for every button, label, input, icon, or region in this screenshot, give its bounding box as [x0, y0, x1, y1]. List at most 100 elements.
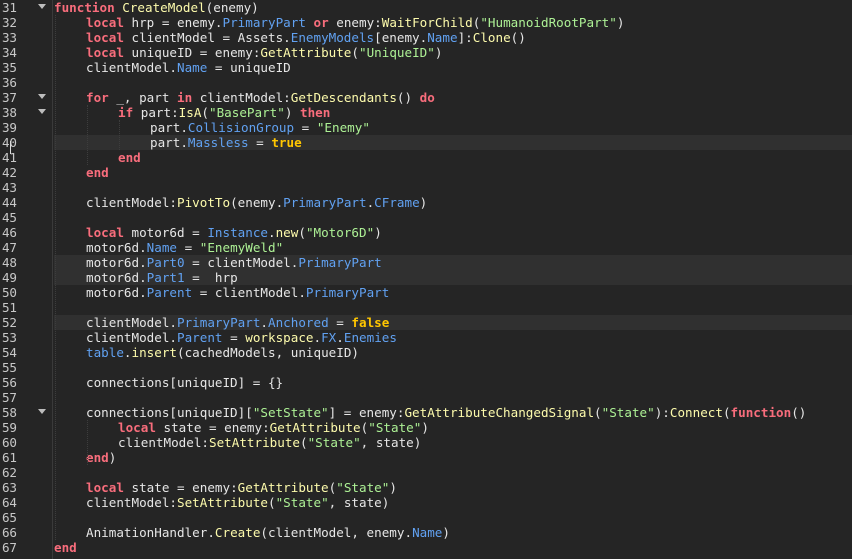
code-line[interactable]: local state = enemy:GetAttribute("State"… [54, 420, 852, 435]
code-token: clientModel: [192, 90, 291, 105]
code-token: PrimaryPart [177, 315, 261, 330]
code-token: ) [284, 105, 301, 120]
code-token: Part1 [146, 270, 185, 285]
code-token: hrp = enemy. [123, 15, 223, 30]
code-token: do [419, 90, 435, 105]
code-line[interactable]: motor6d.Parent = clientModel.PrimaryPart [54, 285, 852, 300]
fold-arrow-icon[interactable] [38, 94, 46, 99]
fold-arrow-icon[interactable] [38, 109, 46, 114]
code-line[interactable]: end) [54, 450, 852, 465]
gutter-line-65: 65 [0, 510, 53, 525]
code-token: Create [214, 525, 261, 540]
code-line[interactable] [54, 510, 852, 525]
gutter-line-58: 58 [0, 405, 53, 420]
code-line[interactable]: local uniqueID = enemy:GetAttribute("Uni… [54, 45, 852, 60]
line-number: 64 [2, 495, 17, 510]
code-line-content: part.Massless = true [150, 135, 302, 150]
code-token: "State" [368, 420, 422, 435]
code-line[interactable]: motor6d.Name = "EnemyWeld" [54, 240, 852, 255]
code-line[interactable]: clientModel.Parent = workspace.FX.Enemie… [54, 330, 852, 345]
code-line[interactable]: connections[uniqueID] = {} [54, 375, 852, 390]
code-line[interactable]: table.insert(cachedModels, uniqueID) [54, 345, 852, 360]
code-token: (enemy. [230, 195, 284, 210]
code-token: "State" [307, 435, 361, 450]
code-area[interactable]: function CreateModel(enemy) local hrp = e… [54, 0, 852, 559]
gutter-line-40: 40 [0, 135, 53, 150]
code-token: ( [300, 435, 308, 450]
gutter-line-57: 57 [0, 390, 53, 405]
code-line[interactable]: local motor6d = Instance.new("Motor6D") [54, 225, 852, 240]
code-line[interactable]: AnimationHandler.Create(clientModel, ene… [54, 525, 852, 540]
gutter-line-53: 53 [0, 330, 53, 345]
code-token: ) [434, 45, 443, 60]
line-number: 52 [2, 315, 17, 330]
code-token: (enemy) [205, 0, 259, 15]
code-token: ) [389, 480, 397, 495]
line-number: 53 [2, 330, 17, 345]
code-line[interactable]: part.CollisionGroup = "Enemy" [54, 120, 852, 135]
code-line[interactable]: local state = enemy:GetAttribute("State"… [54, 480, 852, 495]
gutter-line-52: 52 [0, 315, 53, 330]
line-number: 59 [2, 420, 17, 435]
code-token: GetAttribute [237, 480, 329, 495]
code-token: workspace [245, 330, 314, 345]
code-token: or [313, 15, 329, 30]
code-line[interactable]: end [54, 540, 852, 555]
code-line[interactable]: function CreateModel(enemy) [54, 0, 852, 15]
code-token: function [54, 0, 115, 15]
gutter-line-55: 55 [0, 360, 53, 375]
code-line-content: end [54, 540, 77, 555]
code-line[interactable] [54, 75, 852, 90]
code-line[interactable]: local hrp = enemy.PrimaryPart or enemy:W… [54, 15, 852, 30]
code-line[interactable] [54, 180, 852, 195]
line-number: 45 [2, 210, 17, 225]
gutter-line-50: 50 [0, 285, 53, 300]
code-line[interactable]: end [54, 150, 852, 165]
code-token: = [177, 240, 200, 255]
code-token: EnemyModels [290, 30, 375, 45]
code-line[interactable] [54, 300, 852, 315]
code-line[interactable]: clientModel:SetAttribute("State", state) [54, 435, 852, 450]
code-line-content: end) [86, 450, 116, 465]
code-line-content: local state = enemy:GetAttribute("State"… [118, 420, 429, 435]
code-line[interactable] [54, 390, 852, 405]
line-number-gutter[interactable]: 3132333435363738394041424344454647484950… [0, 0, 53, 559]
code-token: . [336, 330, 344, 345]
code-line[interactable]: clientModel.Name = uniqueID [54, 60, 852, 75]
code-token: clientModel. [86, 315, 177, 330]
code-token: Name [146, 240, 178, 255]
code-line-content: motor6d.Parent = clientModel.PrimaryPart [86, 285, 389, 300]
code-editor[interactable]: 3132333435363738394041424344454647484950… [0, 0, 852, 559]
gutter-line-63: 63 [0, 480, 53, 495]
code-token: ( [201, 105, 210, 120]
code-line[interactable]: part.Massless = true [54, 135, 852, 150]
code-token: PrimaryPart [305, 285, 390, 300]
code-line[interactable] [54, 360, 852, 375]
fold-arrow-icon[interactable] [38, 4, 46, 9]
code-line[interactable]: clientModel:PivotTo(enemy.PrimaryPart.CF… [54, 195, 852, 210]
fold-arrow-icon[interactable] [38, 409, 46, 414]
code-token: part. [150, 135, 188, 150]
code-token: . [260, 315, 268, 330]
code-token: "UniqueID" [359, 45, 435, 60]
code-line-content: clientModel:SetAttribute("State", state) [118, 435, 421, 450]
code-line[interactable]: connections[uniqueID]["SetState"] = enem… [54, 405, 852, 420]
code-token: Connect [669, 405, 723, 420]
code-token: FX [321, 330, 337, 345]
gutter-line-60: 60 [0, 435, 53, 450]
code-line[interactable]: if part:IsA("BasePart") then [54, 105, 852, 120]
code-line[interactable]: local clientModel = Assets.EnemyModels[e… [54, 30, 852, 45]
code-token: = clientModel. [184, 255, 299, 270]
code-line[interactable]: for _, part in clientModel:GetDescendant… [54, 90, 852, 105]
code-line[interactable]: clientModel:SetAttribute("State", state) [54, 495, 852, 510]
code-line[interactable]: end [54, 165, 852, 180]
code-line[interactable] [54, 210, 852, 225]
gutter-line-36: 36 [0, 75, 53, 90]
code-line[interactable]: clientModel.PrimaryPart.Anchored = false [54, 315, 852, 330]
code-line[interactable] [54, 465, 852, 480]
code-line-content: clientModel:SetAttribute("State", state) [86, 495, 389, 510]
code-line[interactable]: motor6d.Part1 = hrp [54, 270, 852, 285]
code-token: part. [150, 120, 188, 135]
code-line[interactable]: motor6d.Part0 = clientModel.PrimaryPart [54, 255, 852, 270]
code-line-content: motor6d.Part1 = hrp [86, 270, 238, 285]
